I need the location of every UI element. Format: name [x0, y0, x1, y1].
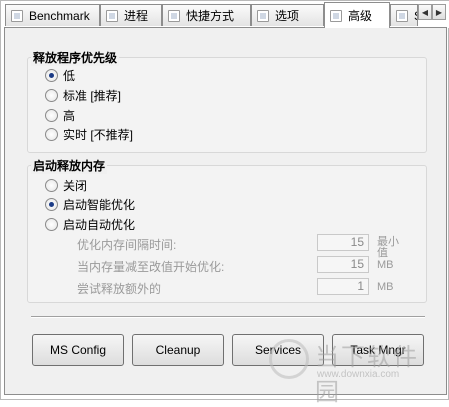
advanced-icon [330, 9, 342, 22]
radio-label: 实时 [不推荐] [63, 127, 134, 142]
interval-input[interactable]: 15 [317, 234, 369, 251]
tab-label: Benchmark [29, 8, 90, 23]
tab-s[interactable]: S [390, 4, 418, 26]
benchmark-icon [11, 9, 23, 22]
threshold-unit: MB [377, 259, 394, 271]
radio-checked-icon [45, 68, 58, 82]
radio-unchecked-icon [45, 217, 58, 231]
interval-label: 优化内存间隔时间: [77, 238, 177, 252]
radio-unchecked-icon [45, 108, 58, 122]
memory-group-title: 启动释放内存 [31, 157, 108, 174]
extra-release-input[interactable]: 1 [317, 278, 369, 295]
tab-label: 选项 [275, 9, 300, 23]
cleanup-button[interactable]: Cleanup [132, 334, 224, 366]
radio-label: 低 [63, 68, 76, 83]
priority-low-radio[interactable]: 低 [45, 67, 75, 83]
radio-unchecked-icon [45, 178, 58, 192]
extra-release-unit: MB [377, 281, 394, 293]
radio-checked-icon [45, 197, 58, 211]
radio-label: 启动智能优化 [63, 197, 136, 212]
radio-label: 关闭 [63, 178, 88, 193]
arrow-left-icon: ◀ [421, 7, 429, 17]
tab-processes[interactable]: 进程 [100, 4, 162, 26]
ms-config-button[interactable]: MS Config [32, 334, 124, 366]
tab-label: 快捷方式 [186, 9, 235, 23]
threshold-input[interactable]: 15 [317, 256, 369, 273]
options-icon [257, 9, 269, 22]
arrow-right-icon: ▶ [435, 7, 443, 17]
s-tab-icon [396, 9, 408, 22]
priority-high-radio[interactable]: 高 [45, 107, 75, 123]
threshold-label: 当内存量减至改值开始优化: [77, 260, 225, 274]
tab-scroll-right-button[interactable]: ▶ [432, 4, 446, 20]
memory-smart-radio[interactable]: 启动智能优化 [45, 196, 135, 212]
tab-label: 高级 [348, 9, 373, 23]
shortcut-icon [168, 9, 180, 22]
separator [31, 316, 425, 318]
radio-label: 启动自动优化 [63, 217, 136, 232]
tab-advanced[interactable]: 高级 [324, 2, 390, 28]
memory-off-radio[interactable]: 关闭 [45, 177, 87, 193]
priority-realtime-radio[interactable]: 实时 [不推荐] [45, 126, 133, 142]
task-manager-button[interactable]: Task Mngr [332, 334, 424, 366]
priority-normal-radio[interactable]: 标准 [推荐] [45, 87, 121, 103]
tab-options[interactable]: 选项 [251, 4, 324, 26]
radio-label: 标准 [推荐] [63, 88, 122, 103]
tab-scroll-left-button[interactable]: ◀ [418, 4, 432, 20]
radio-label: 高 [63, 108, 76, 123]
tab-strip: Benchmark 进程 快捷方式 选项 高级 S ◀ ▶ [1, 1, 449, 28]
services-button[interactable]: Services [232, 334, 324, 366]
app-window: Benchmark 进程 快捷方式 选项 高级 S ◀ ▶ 释放 [0, 0, 449, 406]
memory-auto-radio[interactable]: 启动自动优化 [45, 216, 135, 232]
radio-unchecked-icon [45, 127, 58, 141]
tab-label: 进程 [124, 9, 149, 23]
priority-group-title: 释放程序优先级 [31, 49, 120, 66]
process-icon [106, 9, 118, 22]
tab-shortcuts[interactable]: 快捷方式 [162, 4, 251, 26]
tab-benchmark[interactable]: Benchmark [5, 4, 100, 26]
radio-unchecked-icon [45, 88, 58, 102]
interval-unit: 最小值 [377, 236, 399, 259]
extra-release-label: 尝试释放额外的 [77, 282, 162, 296]
